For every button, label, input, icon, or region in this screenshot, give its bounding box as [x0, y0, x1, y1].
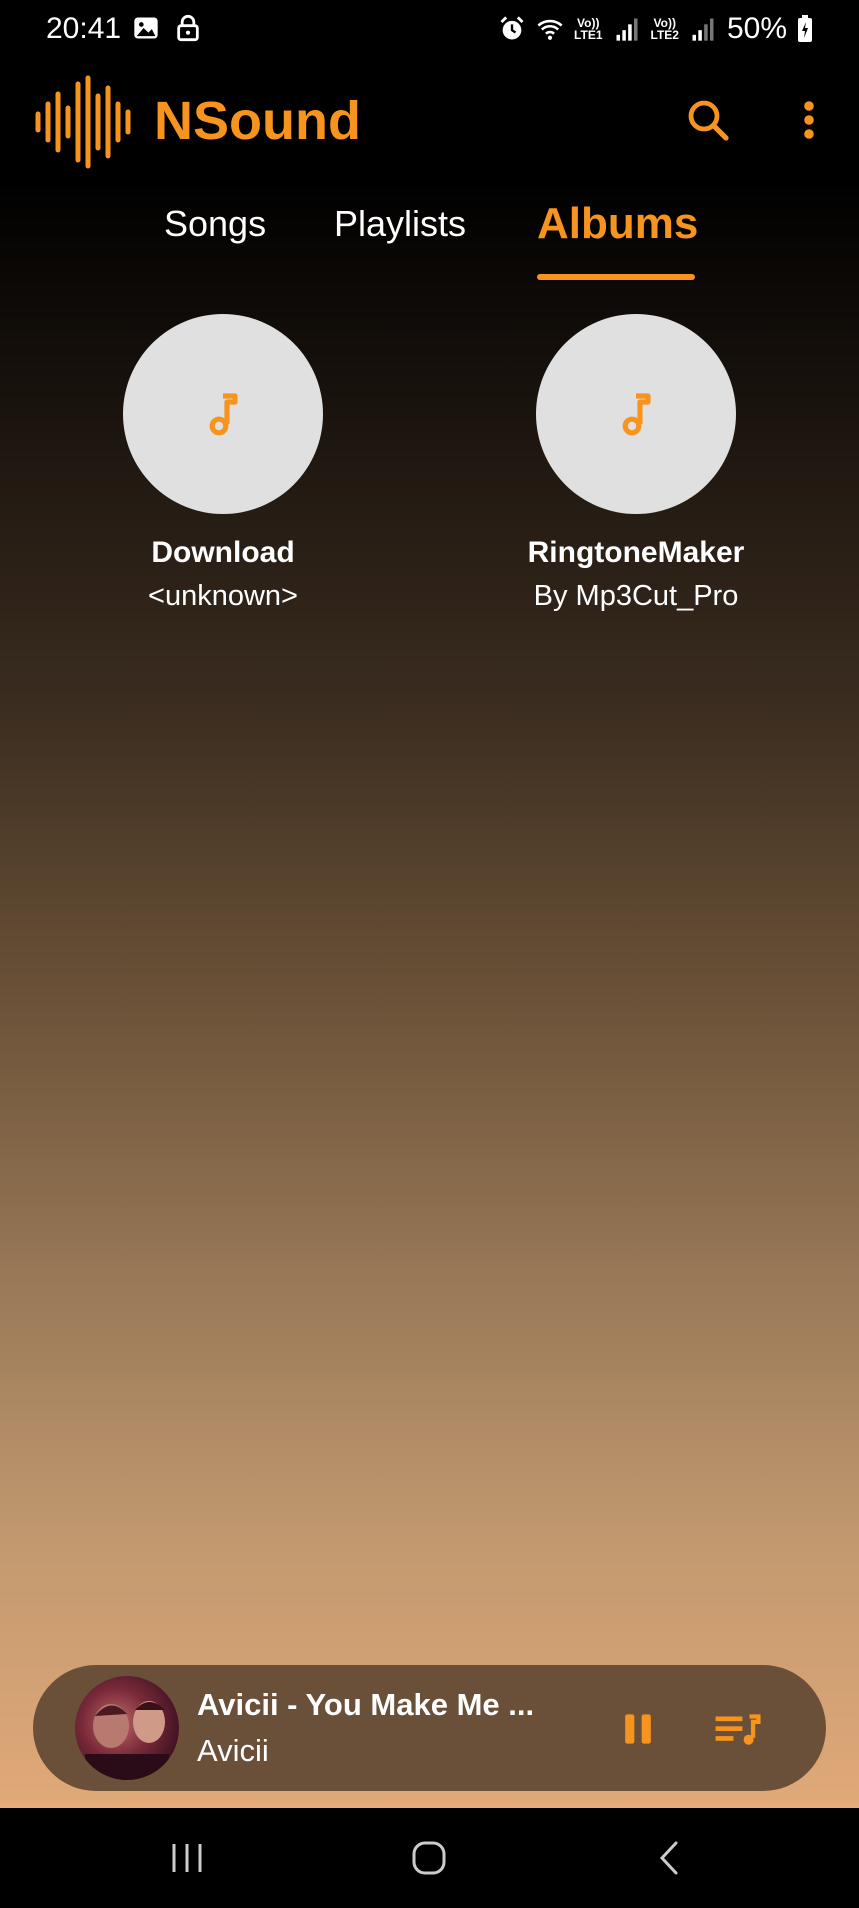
tab-songs[interactable]: Songs — [164, 203, 266, 245]
sim2-lte-label: LTE2 — [650, 28, 679, 42]
album-title: RingtoneMaker — [527, 536, 745, 569]
wifi-icon — [537, 19, 563, 40]
gallery-icon — [134, 17, 158, 39]
now-playing-title: Avicii - You Make Me ... — [197, 1687, 535, 1722]
mini-player[interactable]: Avicii - You Make Me ... Avicii — [33, 1665, 826, 1791]
album-artist: By Mp3Cut_Pro — [533, 580, 739, 612]
app-title: NSound — [154, 91, 361, 151]
sim1-lte-label: LTE1 — [574, 28, 603, 42]
tab-playlists[interactable]: Playlists — [334, 203, 466, 245]
signal-icon — [616, 18, 637, 41]
pause-icon[interactable] — [616, 1707, 660, 1751]
sim2-label: Vo)) LTE2 — [651, 17, 679, 41]
signal-icon — [692, 18, 714, 41]
home-icon[interactable] — [408, 1838, 450, 1878]
battery-percent: 50% — [726, 12, 787, 45]
status-left-icons — [132, 14, 202, 42]
album-art — [536, 314, 736, 514]
album-artist: <unknown> — [148, 580, 298, 612]
screen: 20:41 Vo)) LTE1 Vo)) LTE2 50% NSound Son… — [0, 0, 859, 1908]
status-bar: 20:41 Vo)) LTE1 Vo)) LTE2 50% — [0, 0, 859, 60]
lock-icon — [177, 14, 199, 42]
battery-icon — [798, 15, 812, 42]
recent-apps-icon[interactable] — [166, 1838, 208, 1878]
system-nav-bar — [0, 1808, 859, 1908]
album-card[interactable]: RingtoneMaker By Mp3Cut_Pro — [486, 314, 786, 613]
now-playing-artwork — [75, 1676, 179, 1780]
alarm-icon — [500, 16, 524, 40]
sim1-label: Vo)) LTE1 — [574, 17, 602, 41]
soundwave-logo-icon — [35, 75, 131, 169]
tab-albums[interactable]: Albums — [537, 199, 698, 249]
album-card[interactable]: Download <unknown> — [73, 314, 373, 613]
album-title: Download — [151, 536, 295, 569]
app-bar: NSound — [0, 60, 859, 180]
search-icon[interactable] — [684, 96, 732, 144]
tab-bar: Songs Playlists Albums — [0, 195, 859, 285]
status-right: Vo)) LTE1 Vo)) LTE2 50% — [498, 12, 813, 46]
album-art — [123, 314, 323, 514]
queue-music-icon[interactable] — [712, 1707, 762, 1751]
now-playing-artist: Avicii — [197, 1733, 269, 1768]
music-note-icon — [209, 393, 238, 436]
more-options-icon[interactable] — [792, 96, 826, 144]
back-icon[interactable] — [650, 1838, 690, 1878]
status-time: 20:41 — [46, 12, 122, 45]
tab-indicator — [537, 274, 695, 280]
music-note-icon — [622, 393, 651, 436]
